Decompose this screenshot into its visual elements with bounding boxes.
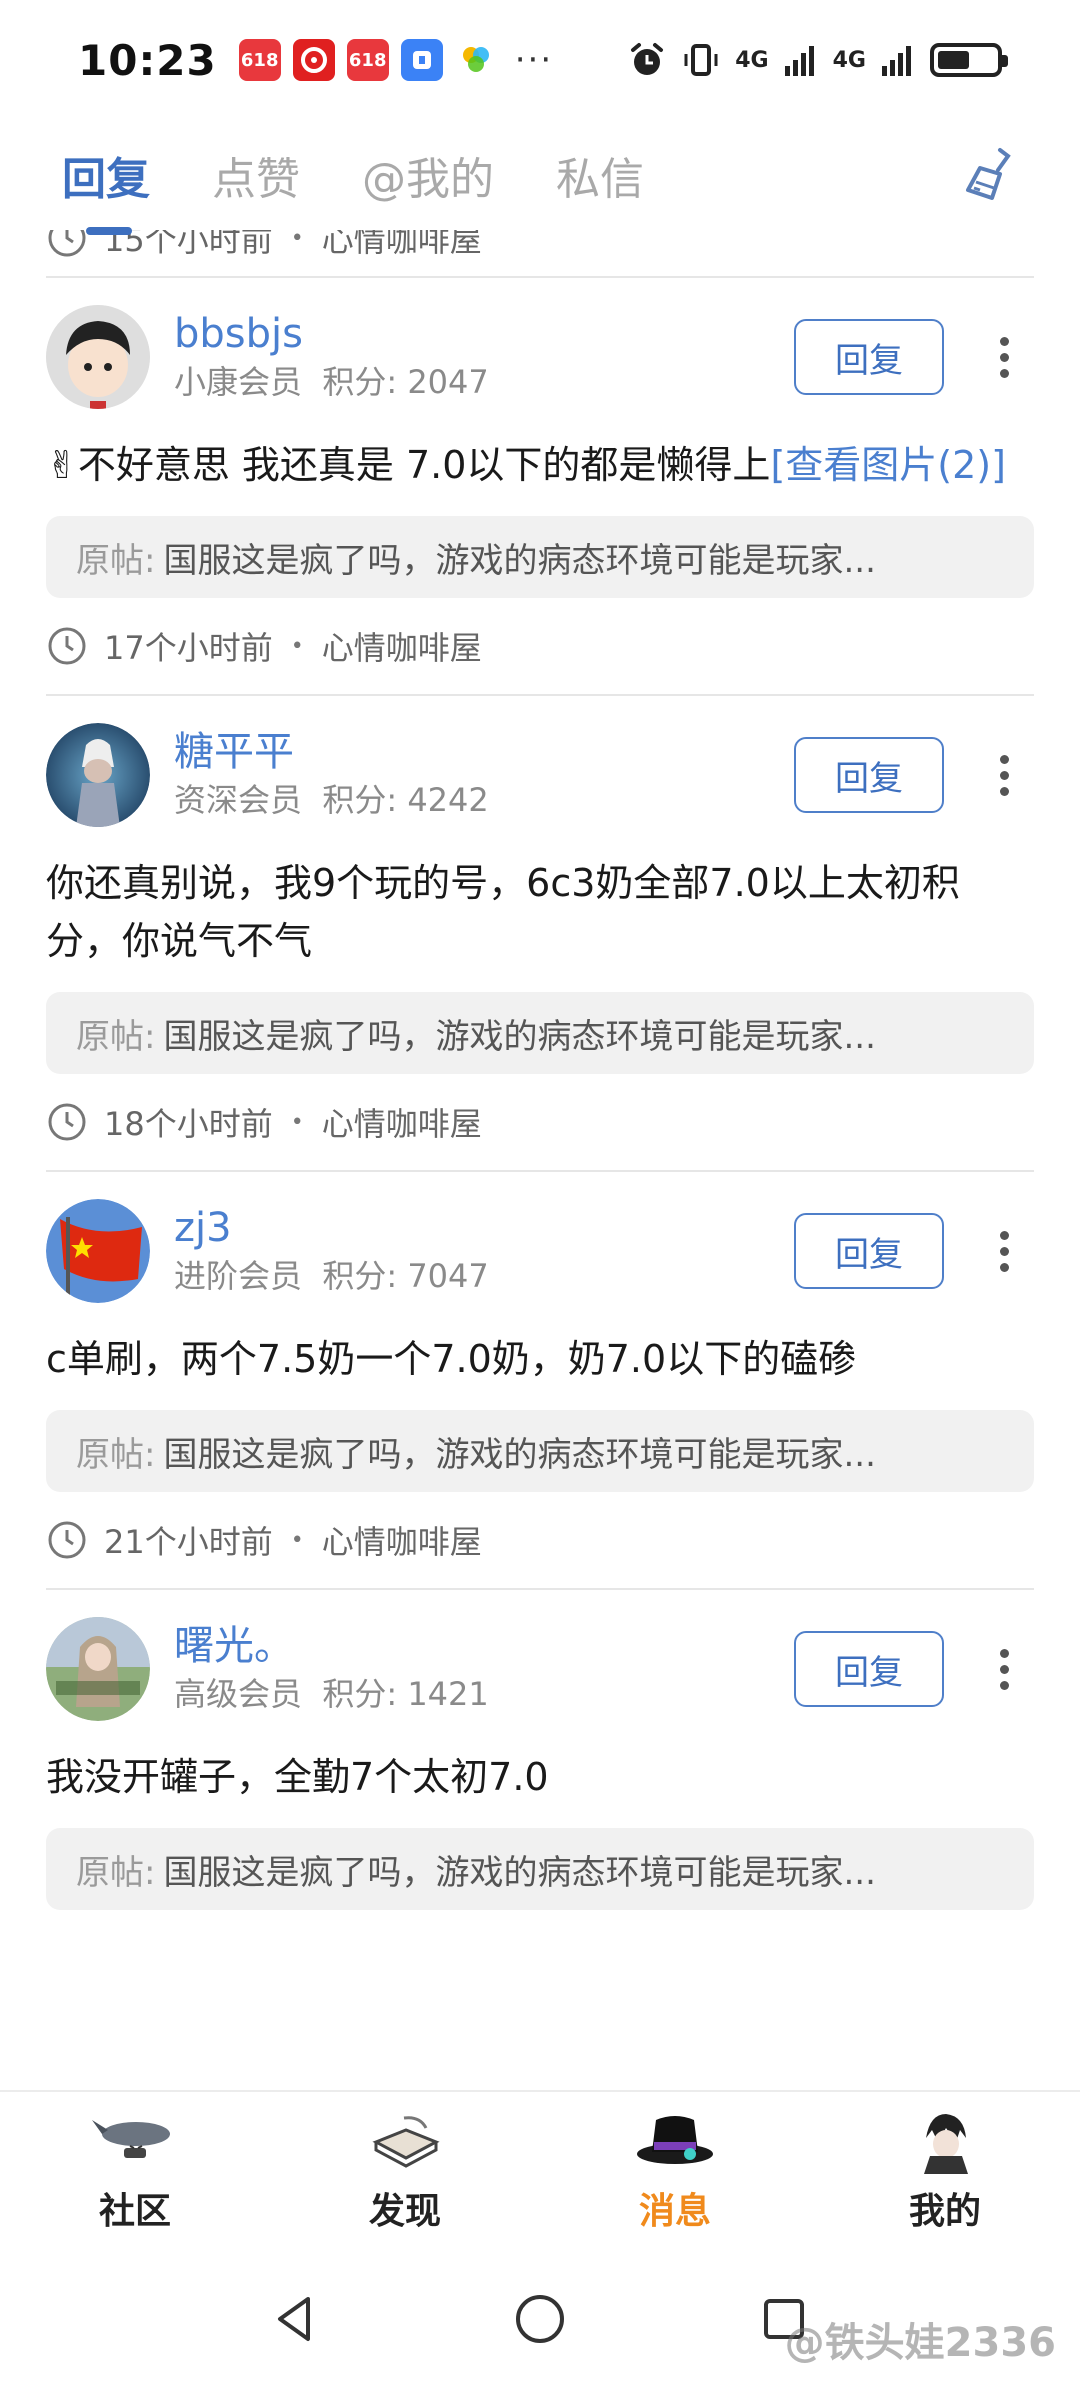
tab-private-messages[interactable]: 私信 — [556, 143, 644, 207]
original-post-quote[interactable]: 原帖: 国服这是疯了吗，游戏的病态环境可能是玩家... — [46, 992, 1034, 1074]
notification-icons: 618 618 ··· — [238, 39, 554, 81]
user-level: 进阶会员 积分: 7047 — [174, 1257, 489, 1295]
meta-separator: • — [290, 1109, 304, 1135]
reply-button[interactable]: 回复 — [794, 1631, 944, 1707]
tab-likes[interactable]: 点赞 — [212, 143, 300, 207]
meta-separator: • — [290, 230, 304, 251]
avatar[interactable] — [46, 1617, 150, 1721]
clock-icon — [48, 1103, 86, 1141]
music-app-icon — [292, 39, 335, 81]
username[interactable]: 糖平平 — [174, 727, 794, 777]
post-board[interactable]: 心情咖啡屋 — [322, 623, 482, 669]
nav-label: 消息 — [638, 2191, 711, 2232]
original-post-quote[interactable]: 原帖: 国服这是疯了吗，游戏的病态环境可能是玩家... — [46, 516, 1034, 598]
meta-separator: • — [290, 633, 304, 659]
battery-level — [938, 51, 969, 69]
post-board[interactable]: 心情咖啡屋 — [322, 1099, 482, 1145]
alarm-icon — [631, 43, 664, 75]
vibrate-icon — [684, 44, 718, 76]
back-icon[interactable] — [268, 2291, 324, 2347]
clock-icon — [48, 1521, 86, 1559]
toolbox-app-icon — [400, 39, 443, 81]
meta-separator: • — [290, 1527, 304, 1553]
bottom-navigation: 社区 发现 消息 我的 — [0, 2090, 1080, 2250]
top-hat-icon — [637, 2116, 713, 2164]
reply-feed[interactable]: 15个小时前 • 心情咖啡屋 bbsbjs 小康会员 积分: 2047 回复 ✌… — [0, 230, 1080, 2090]
signal-icon — [784, 46, 814, 76]
status-bar: 10:23 618 618 ··· 4G 4G — [0, 0, 1080, 120]
reply-card[interactable]: bbsbjs 小康会员 积分: 2047 回复 ✌不好意思 我还真是 7.0以下… — [0, 278, 1080, 694]
reply-content: c单刷，两个7.5奶一个7.0奶，奶7.0以下的磕碜 — [46, 1337, 857, 1381]
view-images-link[interactable]: [查看图片(2)] — [770, 443, 1005, 487]
network-type-1: 4G — [735, 47, 769, 73]
message-tabs: 回复 点赞 @我的 私信 — [0, 120, 1080, 235]
618-app-icon: 618 — [238, 39, 281, 81]
user-level: 资深会员 积分: 4242 — [174, 781, 489, 819]
original-post-quote[interactable]: 原帖: 国服这是疯了吗，游戏的病态环境可能是玩家... — [46, 1828, 1034, 1910]
system-indicators: 4G 4G — [627, 40, 1008, 80]
battery-icon — [930, 43, 1008, 77]
avatar[interactable] — [46, 723, 150, 827]
network-type-2: 4G — [832, 47, 866, 73]
avatar[interactable] — [46, 1199, 150, 1303]
more-notifications: ··· — [514, 40, 554, 80]
nav-messages[interactable]: 消息 — [540, 2092, 810, 2250]
character-avatar-icon — [924, 2114, 968, 2174]
nav-profile[interactable]: 我的 — [810, 2092, 1080, 2250]
post-meta: 15个小时前 • 心情咖啡屋 — [0, 230, 1080, 268]
post-time: 18个小时前 — [104, 1105, 273, 1143]
post-meta: 18个小时前 • 心情咖啡屋 — [46, 1074, 1034, 1170]
signal-icon — [882, 46, 911, 76]
nav-community[interactable]: 社区 — [0, 2092, 270, 2250]
more-options-icon[interactable] — [974, 737, 1034, 813]
user-level: 高级会员 积分: 1421 — [174, 1675, 489, 1713]
post-time: 21个小时前 — [104, 1523, 273, 1561]
avatar[interactable] — [46, 305, 150, 409]
status-time: 10:23 — [78, 35, 217, 85]
original-post-quote[interactable]: 原帖: 国服这是疯了吗，游戏的病态环境可能是玩家... — [46, 1410, 1034, 1492]
username[interactable]: 曙光。 — [174, 1621, 794, 1671]
username[interactable]: bbsbjs — [174, 309, 794, 359]
reply-card[interactable]: 糖平平 资深会员 积分: 4242 回复 你还真别说，我9个玩的号，6c3奶全部… — [0, 696, 1080, 1170]
user-level: 小康会员 积分: 2047 — [174, 363, 489, 401]
reply-card[interactable]: 曙光。 高级会员 积分: 1421 回复 我没开罐子，全勤7个太初7.0 原帖:… — [0, 1590, 1080, 1910]
post-meta: 21个小时前 • 心情咖啡屋 — [46, 1492, 1034, 1588]
airship-icon — [92, 2120, 170, 2158]
reply-content: 你还真别说，我9个玩的号，6c3奶全部7.0以上太初积分，你说气不气 — [46, 861, 960, 963]
book-icon — [372, 2116, 440, 2168]
reply-content: 我没开罐子，全勤7个太初7.0 — [46, 1755, 549, 1799]
more-options-icon[interactable] — [974, 319, 1034, 395]
clock-icon — [48, 230, 86, 257]
pinwheel-app-icon — [454, 39, 497, 81]
more-options-icon[interactable] — [974, 1631, 1034, 1707]
tab-replies[interactable]: 回复 — [62, 143, 150, 235]
post-meta: 17个小时前 • 心情咖啡屋 — [46, 598, 1034, 694]
more-options-icon[interactable] — [974, 1213, 1034, 1289]
reply-button[interactable]: 回复 — [794, 1213, 944, 1289]
watermark: @铁头娃2336 — [784, 2320, 1056, 2366]
post-board[interactable]: 心情咖啡屋 — [322, 1517, 482, 1563]
tab-mentions[interactable]: @我的 — [362, 143, 494, 207]
post-time: 17个小时前 — [104, 629, 273, 667]
nav-label: 我的 — [908, 2191, 981, 2232]
home-icon[interactable] — [512, 2291, 568, 2347]
post-board[interactable]: 心情咖啡屋 — [322, 230, 482, 261]
nav-discover[interactable]: 发现 — [270, 2092, 540, 2250]
nav-label: 发现 — [368, 2191, 441, 2232]
reply-content: ✌不好意思 我还真是 7.0以下的都是懒得上[查看图片(2)] — [46, 443, 1006, 487]
reply-button[interactable]: 回复 — [794, 737, 944, 813]
clock-icon — [48, 627, 86, 665]
618-app-icon: 618 — [346, 39, 389, 81]
reply-button[interactable]: 回复 — [794, 319, 944, 395]
nav-label: 社区 — [98, 2191, 171, 2232]
username[interactable]: zj3 — [174, 1203, 794, 1253]
reply-card[interactable]: zj3 进阶会员 积分: 7047 回复 c单刷，两个7.5奶一个7.0奶，奶7… — [0, 1172, 1080, 1588]
clear-all-broom-icon[interactable] — [960, 144, 1020, 204]
